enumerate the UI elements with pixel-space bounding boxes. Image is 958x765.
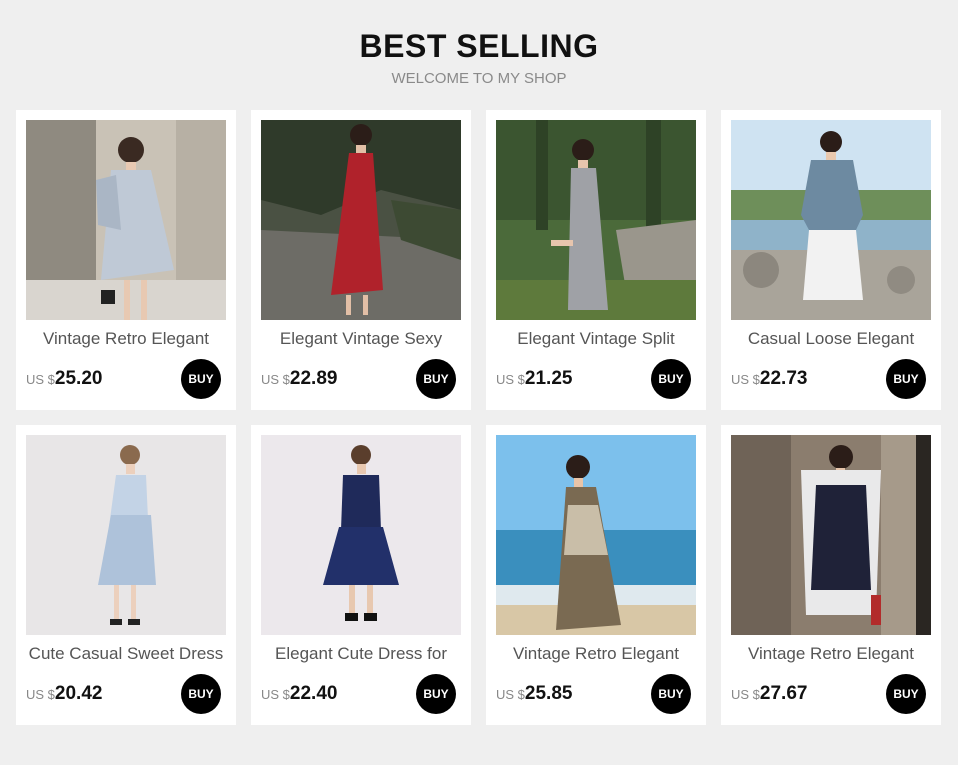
product-photo[interactable] (261, 435, 461, 635)
product-card[interactable]: Elegant Vintage Split US $21.25 BUY (486, 110, 706, 410)
product-photo[interactable] (26, 120, 226, 320)
product-card[interactable]: Elegant Vintage Sexy US $22.89 BUY (251, 110, 471, 410)
price-currency: US $ (731, 687, 760, 702)
product-name[interactable]: Elegant Cute Dress for (251, 644, 471, 664)
product-photo[interactable] (496, 120, 696, 320)
product-price: US $22.73 (731, 368, 807, 390)
price-amount: 21.25 (524, 368, 573, 389)
product-price: US $25.20 (26, 368, 102, 390)
product-photo[interactable] (731, 435, 931, 635)
product-card[interactable]: Vintage Retro Elegant US $25.85 BUY (486, 425, 706, 725)
price-amount: 22.73 (759, 368, 808, 389)
buy-button[interactable]: BUY (181, 359, 221, 399)
product-card[interactable]: Vintage Retro Elegant US $27.67 BUY (721, 425, 941, 725)
product-card[interactable]: Elegant Cute Dress for US $22.40 BUY (251, 425, 471, 725)
price-currency: US $ (26, 372, 55, 387)
price-currency: US $ (26, 687, 55, 702)
price-amount: 25.20 (54, 368, 103, 389)
product-name[interactable]: Vintage Retro Elegant (16, 329, 236, 349)
buy-button[interactable]: BUY (886, 674, 926, 714)
product-grid: Vintage Retro Elegant US $25.20 BUY Eleg… (16, 110, 941, 725)
price-currency: US $ (496, 372, 525, 387)
buy-button[interactable]: BUY (651, 674, 691, 714)
price-currency: US $ (731, 372, 760, 387)
price-currency: US $ (496, 687, 525, 702)
product-name[interactable]: Cute Casual Sweet Dress (16, 644, 236, 664)
buy-button[interactable]: BUY (651, 359, 691, 399)
page-title: BEST SELLING (359, 28, 599, 64)
product-price: US $20.42 (26, 683, 102, 705)
price-amount: 22.89 (289, 368, 338, 389)
page-subtitle: WELCOME TO MY SHOP (391, 70, 567, 87)
price-currency: US $ (261, 372, 290, 387)
buy-button[interactable]: BUY (416, 359, 456, 399)
product-price: US $22.89 (261, 368, 337, 390)
buy-button[interactable]: BUY (181, 674, 221, 714)
product-price: US $21.25 (496, 368, 572, 390)
product-photo[interactable] (26, 435, 226, 635)
price-amount: 20.42 (54, 683, 103, 704)
buy-button[interactable]: BUY (886, 359, 926, 399)
product-name[interactable]: Elegant Vintage Split (486, 329, 706, 349)
product-card[interactable]: Cute Casual Sweet Dress US $20.42 BUY (16, 425, 236, 725)
product-name[interactable]: Elegant Vintage Sexy (251, 329, 471, 349)
price-amount: 27.67 (759, 683, 808, 704)
product-photo[interactable] (731, 120, 931, 320)
product-photo[interactable] (261, 120, 461, 320)
product-price: US $27.67 (731, 683, 807, 705)
product-name[interactable]: Vintage Retro Elegant (486, 644, 706, 664)
product-name[interactable]: Casual Loose Elegant (721, 329, 941, 349)
product-name[interactable]: Vintage Retro Elegant (721, 644, 941, 664)
product-price: US $25.85 (496, 683, 572, 705)
product-card[interactable]: Casual Loose Elegant US $22.73 BUY (721, 110, 941, 410)
product-photo[interactable] (496, 435, 696, 635)
price-amount: 25.85 (524, 683, 573, 704)
product-price: US $22.40 (261, 683, 337, 705)
product-card[interactable]: Vintage Retro Elegant US $25.20 BUY (16, 110, 236, 410)
price-amount: 22.40 (289, 683, 338, 704)
buy-button[interactable]: BUY (416, 674, 456, 714)
price-currency: US $ (261, 687, 290, 702)
